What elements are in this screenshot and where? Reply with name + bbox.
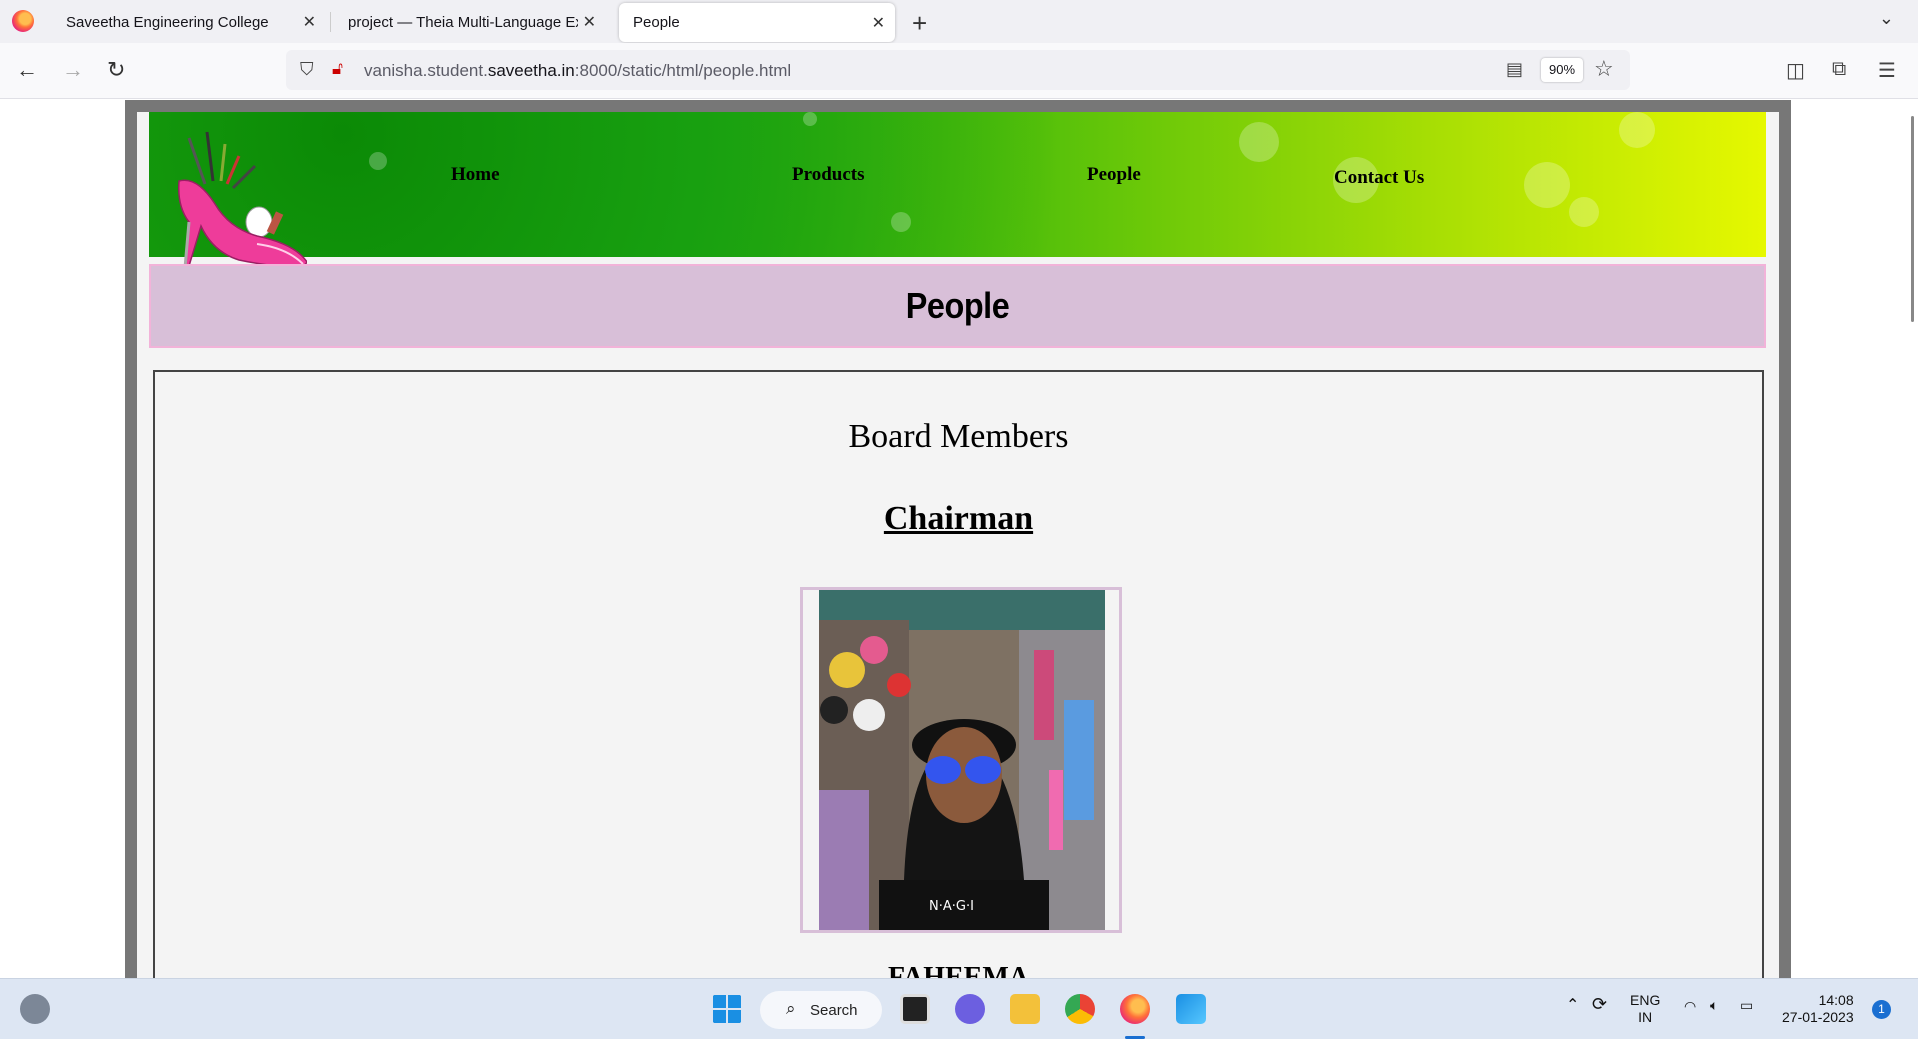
wifi-icon[interactable]: ◠ (1684, 998, 1696, 1015)
task-view-icon[interactable] (900, 994, 930, 1024)
chevron-down-icon[interactable]: ⌄ (1879, 8, 1894, 29)
web-page: Home Products People Contact Us People B… (0, 100, 1918, 978)
url-prefix: vanisha.student. (364, 61, 488, 80)
tab-people[interactable]: People ✕ (619, 3, 895, 42)
url-suffix: :8000/static/html/people.html (574, 61, 792, 80)
volume-icon[interactable]: 🔈︎ (1710, 997, 1718, 1014)
reader-view-icon[interactable]: ▤ (1506, 59, 1523, 80)
chrome-icon[interactable] (1065, 994, 1095, 1024)
nav-products-link[interactable]: Products (792, 164, 864, 186)
tab-project[interactable]: project — Theia Multi-Language Ex ✕ (334, 2, 606, 42)
new-tab-plus-icon[interactable]: + (912, 8, 927, 39)
tab-title: project — Theia Multi-Language Ex (348, 13, 578, 31)
notification-badge[interactable]: 1 (1872, 1000, 1891, 1019)
sync-icon[interactable]: ⟳ (1592, 995, 1607, 1013)
language-indicator[interactable]: ENG IN (1630, 992, 1660, 1026)
section-title: Board Members (848, 418, 1069, 455)
close-tab-icon[interactable]: ✕ (583, 12, 596, 32)
clock[interactable]: 14:08 27-01-2023 (1782, 992, 1854, 1026)
bokeh (891, 212, 911, 232)
chevron-up-icon[interactable]: ⌃ (1566, 997, 1579, 1014)
clock-time: 14:08 (1818, 992, 1854, 1008)
bokeh (1569, 197, 1599, 227)
close-tab-icon[interactable]: ✕ (872, 13, 885, 33)
chairman-photo: N·A·G·I (819, 590, 1105, 930)
bokeh (1619, 112, 1655, 148)
battery-icon[interactable]: ▭ (1740, 997, 1753, 1014)
chairman-photo-frame: N·A·G·I (800, 587, 1122, 933)
file-explorer-icon[interactable] (1010, 994, 1040, 1024)
navigation-toolbar: ← → ↻ ⛉ 🔓︎ vanisha.student.saveetha.in:8… (0, 43, 1918, 99)
zoom-level-badge[interactable]: 90% (1541, 58, 1583, 82)
bokeh (369, 152, 387, 170)
taskbar-search-button[interactable]: ⌕ Search (760, 991, 882, 1029)
windows-taskbar: ⌕ Search ⌃ ⟳ ENG IN ◠ 🔈︎ ▭ 14:08 27-01-2… (0, 978, 1918, 1039)
insecure-lock-icon[interactable]: 🔓︎ (332, 59, 343, 79)
weather-widget-icon[interactable] (20, 994, 50, 1024)
bokeh (803, 112, 817, 126)
reload-icon[interactable]: ↻ (107, 57, 125, 83)
svg-text:N·A·G·I: N·A·G·I (929, 899, 974, 914)
search-label: Search (810, 1001, 858, 1019)
clock-date: 27-01-2023 (1782, 1009, 1854, 1025)
search-icon: ⌕ (786, 999, 796, 1018)
nav-people-link[interactable]: People (1087, 164, 1141, 186)
lang-region: IN (1638, 1009, 1653, 1025)
url-host: saveetha.in (487, 61, 575, 80)
page-frame: Home Products People Contact Us People B… (125, 100, 1791, 978)
teams-chat-icon[interactable] (955, 994, 985, 1024)
url-text[interactable]: vanisha.student.saveetha.in:8000/static/… (364, 61, 791, 81)
page-title-bar: People (149, 264, 1766, 348)
windows-start-icon[interactable] (712, 994, 742, 1024)
bookmark-star-icon[interactable]: ☆ (1594, 56, 1614, 82)
nav-contact-link[interactable]: Contact Us (1334, 167, 1424, 189)
page-scrollbar[interactable] (1911, 116, 1914, 322)
tab-saveetha[interactable]: Saveetha Engineering College ✕ (52, 2, 326, 42)
firefox-logo-icon[interactable] (12, 10, 34, 32)
bokeh (1524, 162, 1570, 208)
page-title: People (905, 285, 1010, 326)
menu-icon[interactable]: ☰ (1878, 58, 1896, 83)
close-tab-icon[interactable]: ✕ (303, 12, 316, 32)
url-bar[interactable]: ⛉ 🔓︎ vanisha.student.saveetha.in:8000/st… (286, 50, 1630, 90)
chairman-name: FAHEEMA (887, 962, 1030, 978)
board-members-section: Board Members Chairman N·A·G·I FAHEEMA (153, 370, 1764, 978)
header-banner: Home Products People Contact Us (149, 112, 1766, 257)
tab-title: Saveetha Engineering College (66, 13, 269, 31)
shield-icon[interactable]: ⛉ (300, 59, 314, 80)
heel-makeup-logo[interactable] (167, 126, 307, 271)
tab-separator (330, 12, 331, 32)
tab-title: People (633, 14, 680, 31)
nav-home-link[interactable]: Home (451, 164, 500, 186)
photos-app-icon[interactable] (1176, 994, 1206, 1024)
lang-code: ENG (1630, 992, 1661, 1008)
role-heading: Chairman (883, 500, 1034, 537)
bokeh (1239, 122, 1279, 162)
extensions-icon[interactable]: ⧉ (1832, 58, 1846, 81)
back-arrow-icon[interactable]: ← (16, 57, 38, 83)
tab-bar: Saveetha Engineering College ✕ project —… (0, 0, 1918, 43)
firefox-taskbar-icon[interactable] (1120, 994, 1150, 1024)
pocket-icon[interactable]: ◫ (1786, 58, 1805, 83)
forward-arrow-icon[interactable]: → (62, 57, 84, 83)
page-inner: Home Products People Contact Us People B… (137, 112, 1779, 978)
